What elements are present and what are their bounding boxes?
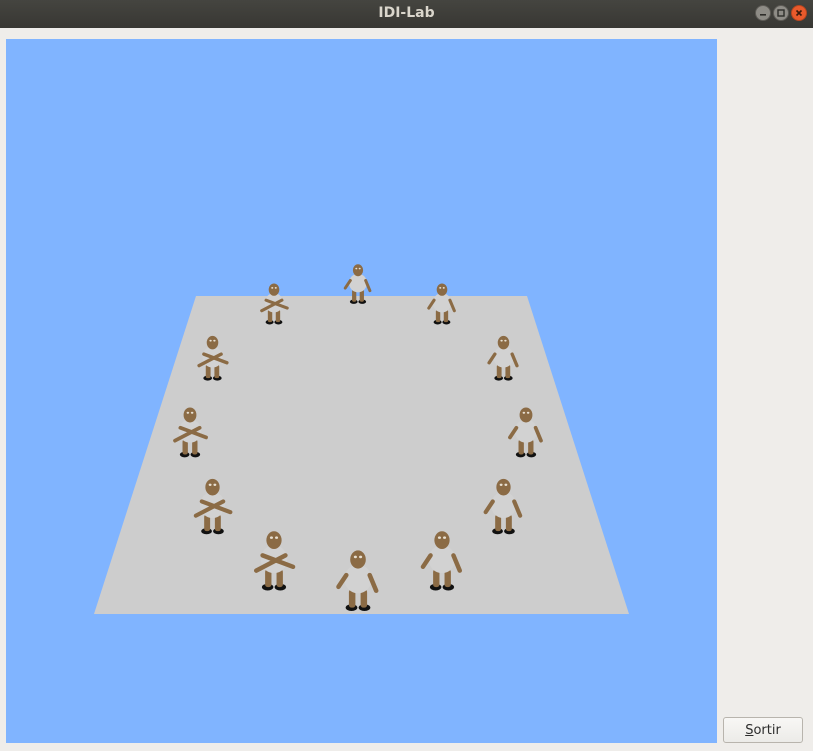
sortir-button[interactable]: Sortir: [723, 717, 803, 743]
scene-canvas[interactable]: [6, 39, 717, 743]
sortir-label: ortir: [753, 723, 781, 738]
opengl-viewport[interactable]: [6, 39, 717, 743]
title-bar[interactable]: IDI-Lab: [0, 0, 813, 28]
close-icon[interactable]: [791, 5, 807, 21]
window-title: IDI-Lab: [378, 5, 435, 21]
window-client-area: Sortir: [0, 28, 813, 751]
maximize-icon[interactable]: [773, 5, 789, 21]
minimize-icon[interactable]: [755, 5, 771, 21]
